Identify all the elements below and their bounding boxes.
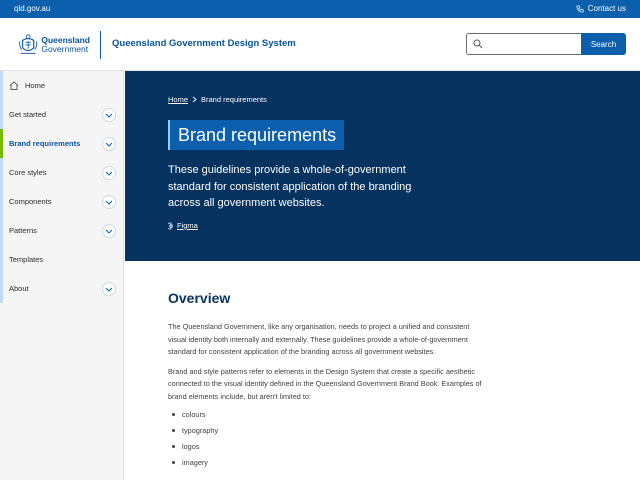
sidebar-item-home[interactable]: Home (0, 71, 124, 100)
sidebar-item-label: Components (9, 197, 52, 206)
figma-icon (168, 222, 173, 229)
top-bar: qld.gov.au Contact us (0, 0, 640, 18)
sidebar-item-label: Brand requirements (9, 139, 81, 148)
main-content: Overview The Queensland Government, like… (168, 290, 488, 474)
site-title[interactable]: Queensland Government Design System (112, 38, 296, 49)
figma-link-label: Figma (177, 221, 198, 230)
search-field (466, 33, 581, 55)
overview-paragraph-2: Brand and style patterns refer to elemen… (168, 366, 482, 401)
sidebar-item-templates[interactable]: Templates (0, 245, 124, 274)
chevron-down-icon[interactable] (102, 108, 116, 122)
logo-wordmark: Queensland Government (41, 36, 90, 54)
sidebar-item-label: Home (25, 81, 46, 90)
nav-indicator (0, 187, 3, 216)
list-item: imagery (168, 458, 488, 474)
sidebar-item-brand-requirements[interactable]: Brand requirements (0, 129, 124, 158)
sidebar-item-get-started[interactable]: Get started (0, 100, 124, 129)
nav-indicator (0, 158, 3, 187)
list-item: colours (168, 410, 488, 426)
contact-us-link[interactable]: Contact us (576, 4, 626, 13)
nav-indicator (0, 100, 3, 129)
header-divider (100, 31, 101, 59)
page-title: Brand requirements (168, 120, 345, 150)
list-item: logos (168, 442, 488, 458)
sidebar-item-about[interactable]: About (0, 274, 124, 303)
chevron-down-icon[interactable] (102, 166, 116, 180)
chevron-down-icon[interactable] (102, 224, 116, 238)
page-description: These guidelines provide a whole-of-gove… (168, 164, 412, 209)
sidebar-item-core-styles[interactable]: Core styles (0, 158, 124, 187)
sidebar-item-label: Patterns (9, 226, 37, 235)
qld-government-logo[interactable]: Queensland Government (18, 31, 90, 59)
brand-elements-list: colours typography logos imagery (168, 410, 488, 474)
sidebar-item-label: About (9, 284, 29, 293)
nav-indicator (0, 245, 3, 274)
coat-of-arms-icon (19, 34, 38, 54)
logo-line-2: Government (41, 44, 89, 54)
sidebar-item-components[interactable]: Components (0, 187, 124, 216)
search-button[interactable]: Search (581, 33, 626, 55)
search-form: Search (466, 33, 626, 55)
sidebar-item-label: Get started (9, 110, 47, 119)
sidebar-item-label: Core styles (9, 168, 47, 177)
sidebar-item-patterns[interactable]: Patterns (0, 216, 124, 245)
nav-indicator (0, 216, 3, 245)
chevron-down-icon[interactable] (102, 137, 116, 151)
nav-indicator (0, 274, 3, 303)
contact-us-label: Contact us (587, 4, 626, 13)
nav-indicator (0, 71, 3, 100)
site-header: Queensland Government Queensland Governm… (0, 18, 640, 71)
sidebar-item-label: Templates (9, 255, 44, 264)
hero-banner: Home Brand requirements Brand requiremen… (125, 71, 640, 261)
breadcrumb-home-link[interactable]: Home (168, 95, 188, 104)
search-input[interactable] (485, 36, 577, 52)
overview-paragraph-1: The Queensland Government, like any orga… (168, 322, 470, 356)
chevron-right-icon (192, 96, 197, 103)
qld-gov-link[interactable]: qld.gov.au (14, 4, 50, 13)
sidebar-nav: Home Get started Brand requirements Core… (0, 71, 124, 480)
chevron-down-icon[interactable] (102, 282, 116, 296)
list-item: typography (168, 426, 488, 442)
home-icon (9, 81, 19, 90)
breadcrumb: Home Brand requirements (168, 95, 267, 104)
chevron-down-icon[interactable] (102, 195, 116, 209)
overview-heading: Overview (168, 290, 231, 306)
nav-active-indicator (0, 129, 3, 158)
phone-icon (576, 4, 584, 13)
breadcrumb-current: Brand requirements (201, 95, 267, 104)
figma-link[interactable]: Figma (168, 221, 198, 230)
search-icon (473, 39, 483, 49)
